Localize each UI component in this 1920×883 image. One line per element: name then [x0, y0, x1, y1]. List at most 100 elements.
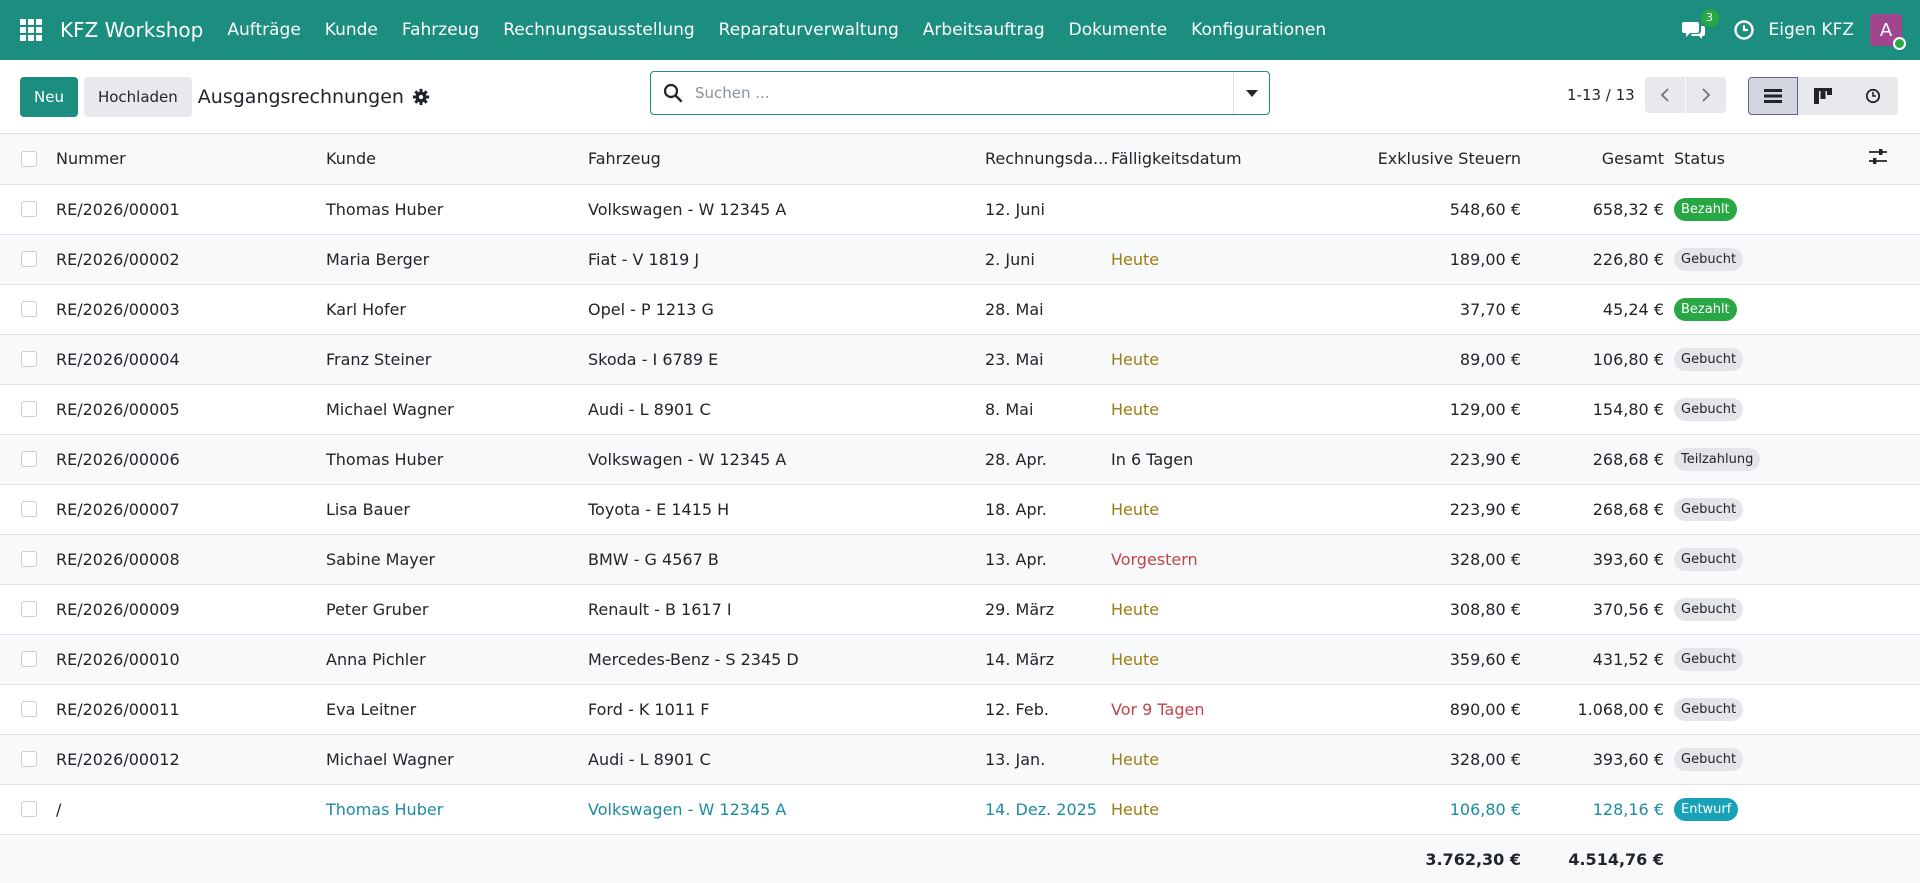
- cell-due-date[interactable]: [1111, 184, 1331, 234]
- cell-number[interactable]: RE/2026/00007: [56, 484, 326, 534]
- table-row[interactable]: RE/2026/00004 Franz Steiner Skoda - I 6789…: [0, 334, 1920, 384]
- cell-due-date[interactable]: In 6 Tagen: [1111, 434, 1331, 484]
- cell-number[interactable]: RE/2026/00004: [56, 334, 326, 384]
- cell-excl-tax[interactable]: 106,80 €: [1331, 784, 1521, 834]
- cell-total[interactable]: 45,24 €: [1521, 284, 1664, 334]
- row-checkbox[interactable]: [21, 801, 37, 817]
- table-row[interactable]: RE/2026/00003 Karl Hofer Opel - P 1213 G 28…: [0, 284, 1920, 334]
- cell-total[interactable]: 268,68 €: [1521, 484, 1664, 534]
- cell-number[interactable]: RE/2026/00006: [56, 434, 326, 484]
- search-options-toggle[interactable]: [1233, 72, 1269, 114]
- cell-invoice-date[interactable]: 12. Feb.: [985, 684, 1111, 734]
- menu-item-rechnungsausstellung[interactable]: Rechnungsausstellung: [503, 20, 694, 40]
- row-checkbox[interactable]: [21, 251, 37, 267]
- table-row[interactable]: RE/2026/00012 Michael Wagner Audi - L 8901…: [0, 734, 1920, 784]
- cell-status[interactable]: Gebucht: [1664, 384, 1868, 434]
- cell-due-date[interactable]: Vor 9 Tagen: [1111, 684, 1331, 734]
- list-view-button[interactable]: [1748, 77, 1798, 115]
- row-checkbox[interactable]: [21, 351, 37, 367]
- cell-customer[interactable]: Maria Berger: [326, 234, 588, 284]
- new-button[interactable]: Neu: [20, 76, 78, 117]
- cell-total[interactable]: 393,60 €: [1521, 734, 1664, 784]
- column-header-vehicle[interactable]: Fahrzeug: [588, 134, 985, 184]
- cell-total[interactable]: 128,16 €: [1521, 784, 1664, 834]
- cell-due-date[interactable]: Heute: [1111, 584, 1331, 634]
- apps-menu-icon[interactable]: [20, 19, 42, 41]
- cell-customer[interactable]: Franz Steiner: [326, 334, 588, 384]
- pager-previous-button[interactable]: [1644, 77, 1685, 113]
- cell-vehicle[interactable]: Mercedes-Benz - S 2345 D: [588, 634, 985, 684]
- cell-due-date[interactable]: Heute: [1111, 384, 1331, 434]
- cell-number[interactable]: RE/2026/00003: [56, 284, 326, 334]
- cell-number[interactable]: RE/2026/00011: [56, 684, 326, 734]
- table-row[interactable]: RE/2026/00002 Maria Berger Fiat - V 1819 J…: [0, 234, 1920, 284]
- cell-due-date[interactable]: Heute: [1111, 334, 1331, 384]
- row-checkbox[interactable]: [21, 401, 37, 417]
- cell-customer[interactable]: Thomas Huber: [326, 434, 588, 484]
- cell-invoice-date[interactable]: 13. Apr.: [985, 534, 1111, 584]
- table-row[interactable]: RE/2026/00011 Eva Leitner Ford - K 1011 F1…: [0, 684, 1920, 734]
- cell-vehicle[interactable]: Ford - K 1011 F: [588, 684, 985, 734]
- cell-due-date[interactable]: Vorgestern: [1111, 534, 1331, 584]
- cell-customer[interactable]: Sabine Mayer: [326, 534, 588, 584]
- cell-customer[interactable]: Eva Leitner: [326, 684, 588, 734]
- upload-button[interactable]: Hochladen: [83, 76, 192, 117]
- company-switcher[interactable]: Eigen KFZ: [1769, 20, 1854, 40]
- cell-total[interactable]: 106,80 €: [1521, 334, 1664, 384]
- cell-due-date[interactable]: [1111, 284, 1331, 334]
- row-checkbox[interactable]: [21, 201, 37, 217]
- cell-excl-tax[interactable]: 359,60 €: [1331, 634, 1521, 684]
- menu-item-arbeitsauftrag[interactable]: Arbeitsauftrag: [923, 20, 1045, 40]
- cell-invoice-date[interactable]: 28. Apr.: [985, 434, 1111, 484]
- activity-view-button[interactable]: [1848, 77, 1898, 115]
- cell-vehicle[interactable]: Audi - L 8901 C: [588, 384, 985, 434]
- cell-excl-tax[interactable]: 223,90 €: [1331, 434, 1521, 484]
- pager-next-button[interactable]: [1685, 77, 1726, 113]
- cell-status[interactable]: Gebucht: [1664, 484, 1868, 534]
- menu-item-fahrzeug[interactable]: Fahrzeug: [402, 20, 479, 40]
- cell-total[interactable]: 154,80 €: [1521, 384, 1664, 434]
- cell-due-date[interactable]: Heute: [1111, 784, 1331, 834]
- cell-vehicle[interactable]: Renault - B 1617 I: [588, 584, 985, 634]
- cell-number[interactable]: RE/2026/00001: [56, 184, 326, 234]
- user-avatar[interactable]: A: [1870, 14, 1906, 50]
- cell-invoice-date[interactable]: 2. Juni: [985, 234, 1111, 284]
- cell-excl-tax[interactable]: 89,00 €: [1331, 334, 1521, 384]
- cell-number[interactable]: RE/2026/00009: [56, 584, 326, 634]
- cell-customer[interactable]: Thomas Huber: [326, 784, 588, 834]
- cell-customer[interactable]: Peter Gruber: [326, 584, 588, 634]
- cell-excl-tax[interactable]: 328,00 €: [1331, 734, 1521, 784]
- cell-invoice-date[interactable]: 8. Mai: [985, 384, 1111, 434]
- cell-excl-tax[interactable]: 890,00 €: [1331, 684, 1521, 734]
- cell-customer[interactable]: Thomas Huber: [326, 184, 588, 234]
- cell-due-date[interactable]: Heute: [1111, 734, 1331, 784]
- cell-excl-tax[interactable]: 308,80 €: [1331, 584, 1521, 634]
- cell-vehicle[interactable]: Volkswagen - W 12345 A: [588, 184, 985, 234]
- cell-due-date[interactable]: Heute: [1111, 234, 1331, 284]
- cell-customer[interactable]: Lisa Bauer: [326, 484, 588, 534]
- column-header-invoice-date[interactable]: Rechnungsda...: [985, 134, 1111, 184]
- activity-clock-icon[interactable]: [1733, 19, 1755, 41]
- cell-vehicle[interactable]: Audi - L 8901 C: [588, 734, 985, 784]
- search-input[interactable]: [695, 73, 1233, 113]
- cell-excl-tax[interactable]: 189,00 €: [1331, 234, 1521, 284]
- column-header-customer[interactable]: Kunde: [326, 134, 588, 184]
- cell-vehicle[interactable]: BMW - G 4567 B: [588, 534, 985, 584]
- cell-excl-tax[interactable]: 37,70 €: [1331, 284, 1521, 334]
- cell-status[interactable]: Gebucht: [1664, 684, 1868, 734]
- cell-number[interactable]: RE/2026/00010: [56, 634, 326, 684]
- row-checkbox[interactable]: [21, 651, 37, 667]
- cell-invoice-date[interactable]: 14. März: [985, 634, 1111, 684]
- cell-total[interactable]: 370,56 €: [1521, 584, 1664, 634]
- app-brand[interactable]: KFZ Workshop: [60, 18, 203, 42]
- cell-excl-tax[interactable]: 548,60 €: [1331, 184, 1521, 234]
- cell-total[interactable]: 1.068,00 €: [1521, 684, 1664, 734]
- menu-item-kunde[interactable]: Kunde: [325, 20, 378, 40]
- table-row[interactable]: RE/2026/00006 Thomas Huber Volkswagen - W …: [0, 434, 1920, 484]
- table-row[interactable]: / Thomas Huber Volkswagen - W 12345 A 14. D…: [0, 784, 1920, 834]
- cell-number[interactable]: RE/2026/00008: [56, 534, 326, 584]
- column-header-status[interactable]: Status: [1664, 134, 1868, 184]
- cell-invoice-date[interactable]: 28. Mai: [985, 284, 1111, 334]
- cell-invoice-date[interactable]: 29. März: [985, 584, 1111, 634]
- cell-customer[interactable]: Michael Wagner: [326, 734, 588, 784]
